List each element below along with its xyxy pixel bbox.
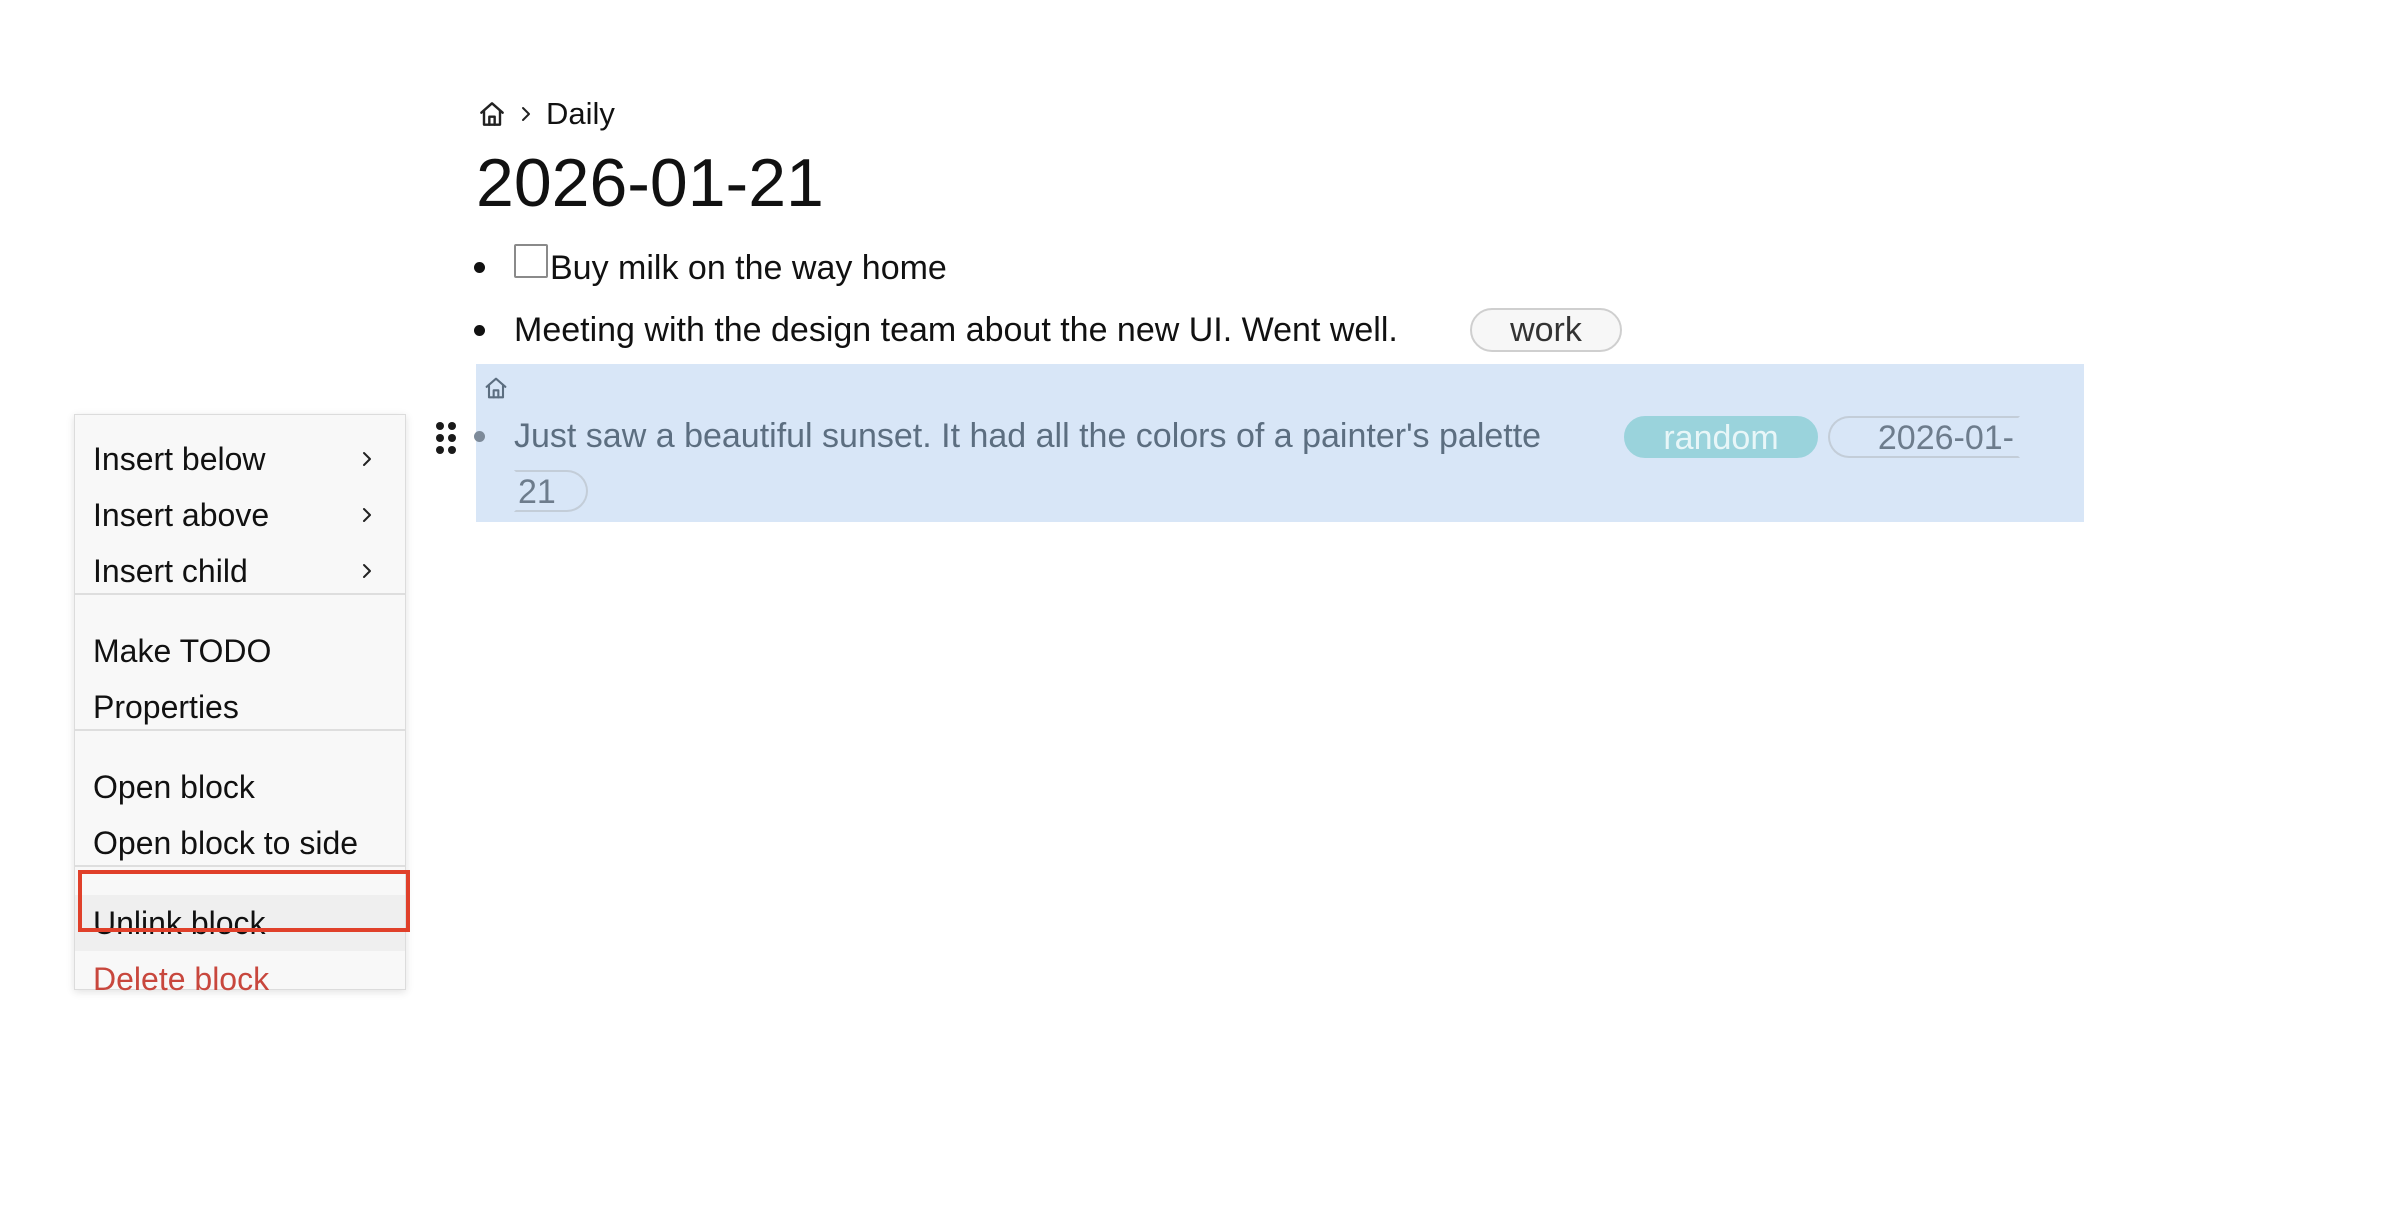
menu-item-open-block[interactable]: Open block: [75, 759, 405, 815]
block-text[interactable]: Buy milk on the way home: [550, 246, 947, 290]
tag-date[interactable]: 2026-01-: [1828, 416, 2020, 458]
menu-item-make-todo[interactable]: Make TODO: [75, 623, 405, 679]
menu-item-label: Insert child: [93, 553, 248, 589]
menu-divider: [75, 593, 405, 595]
block-bullet[interactable]: [474, 325, 485, 336]
chevron-right-icon: [363, 508, 371, 522]
chevron-right-icon: [363, 564, 371, 578]
menu-item-insert-above[interactable]: Insert above: [75, 487, 405, 543]
tag-date-continued[interactable]: 21: [514, 470, 588, 512]
todo-checkbox[interactable]: [514, 244, 548, 278]
menu-item-insert-child[interactable]: Insert child: [75, 543, 405, 599]
breadcrumb-item-daily[interactable]: Daily: [546, 94, 615, 134]
menu-item-unlink-block[interactable]: Unlink block: [75, 895, 405, 951]
home-icon[interactable]: [476, 98, 508, 130]
block-bullet[interactable]: [474, 431, 485, 442]
page-title[interactable]: 2026-01-21: [476, 140, 824, 226]
block-text[interactable]: Meeting with the design team about the n…: [514, 308, 1398, 352]
menu-item-open-block-to-side[interactable]: Open block to side: [75, 815, 405, 871]
menu-divider: [75, 729, 405, 731]
menu-divider: [75, 865, 405, 867]
menu-item-delete-block[interactable]: Delete block: [75, 951, 405, 1007]
drag-handle-icon[interactable]: [434, 420, 458, 456]
block-context-menu: Insert below Insert above Insert child M…: [74, 414, 406, 997]
block-bullet[interactable]: [474, 262, 485, 273]
tag-work[interactable]: work: [1470, 308, 1622, 352]
menu-item-label: Insert below: [93, 441, 266, 477]
home-icon[interactable]: [482, 374, 510, 402]
menu-item-insert-below[interactable]: Insert below: [75, 431, 405, 487]
menu-item-label: Insert above: [93, 497, 270, 533]
tag-random[interactable]: random: [1624, 416, 1818, 458]
menu-item-properties[interactable]: Properties: [75, 679, 405, 735]
breadcrumb: Daily: [476, 94, 615, 134]
block-text[interactable]: Just saw a beautiful sunset. It had all …: [514, 414, 1541, 458]
chevron-right-icon: [363, 452, 371, 466]
chevron-right-icon: [522, 107, 530, 121]
